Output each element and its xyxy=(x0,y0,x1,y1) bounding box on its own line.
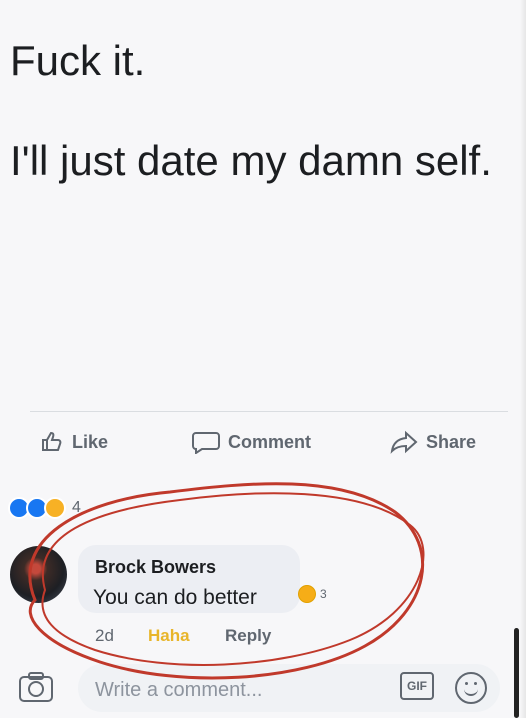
post-divider xyxy=(30,411,508,412)
scrollbar-track[interactable] xyxy=(511,0,526,718)
haha-reaction-icon xyxy=(44,497,66,519)
share-icon xyxy=(390,430,418,454)
reaction-summary[interactable]: 4 xyxy=(8,497,81,519)
haha-reaction-icon xyxy=(298,585,316,603)
comment-icon xyxy=(192,432,220,454)
comment-reactions[interactable]: 3 xyxy=(298,585,327,603)
share-button[interactable]: Share xyxy=(390,430,476,454)
thumb-up-icon xyxy=(42,431,62,451)
comment-reaction-count: 3 xyxy=(320,587,327,601)
comment-input-placeholder: Write a comment... xyxy=(95,679,263,701)
gif-icon[interactable]: GIF xyxy=(400,672,434,700)
comment-time: 2d xyxy=(95,626,114,645)
comment-text: You can do better xyxy=(93,586,257,609)
post-line-2: I'll just date my damn self. xyxy=(10,137,492,184)
post-actions: Like Comment Share xyxy=(0,430,526,464)
reaction-count: 4 xyxy=(72,499,81,516)
smile-icon[interactable] xyxy=(455,672,487,704)
comment-composer: Write a comment... GIF xyxy=(0,656,526,718)
share-label: Share xyxy=(426,431,477,452)
like-label: Like xyxy=(72,431,109,452)
comment-button[interactable]: Comment xyxy=(192,430,311,454)
camera-icon[interactable] xyxy=(18,671,54,705)
comment-avatar[interactable] xyxy=(10,546,67,603)
post-line-1: Fuck it. xyxy=(10,37,146,84)
like-button[interactable]: Like xyxy=(40,430,108,454)
comment-reply-button[interactable]: Reply xyxy=(225,626,271,646)
scrollbar-thumb[interactable] xyxy=(514,628,519,718)
comment-label: Comment xyxy=(228,431,312,452)
comment-haha-button[interactable]: Haha xyxy=(148,626,190,646)
comment-author[interactable]: Brock Bowers xyxy=(95,557,216,578)
